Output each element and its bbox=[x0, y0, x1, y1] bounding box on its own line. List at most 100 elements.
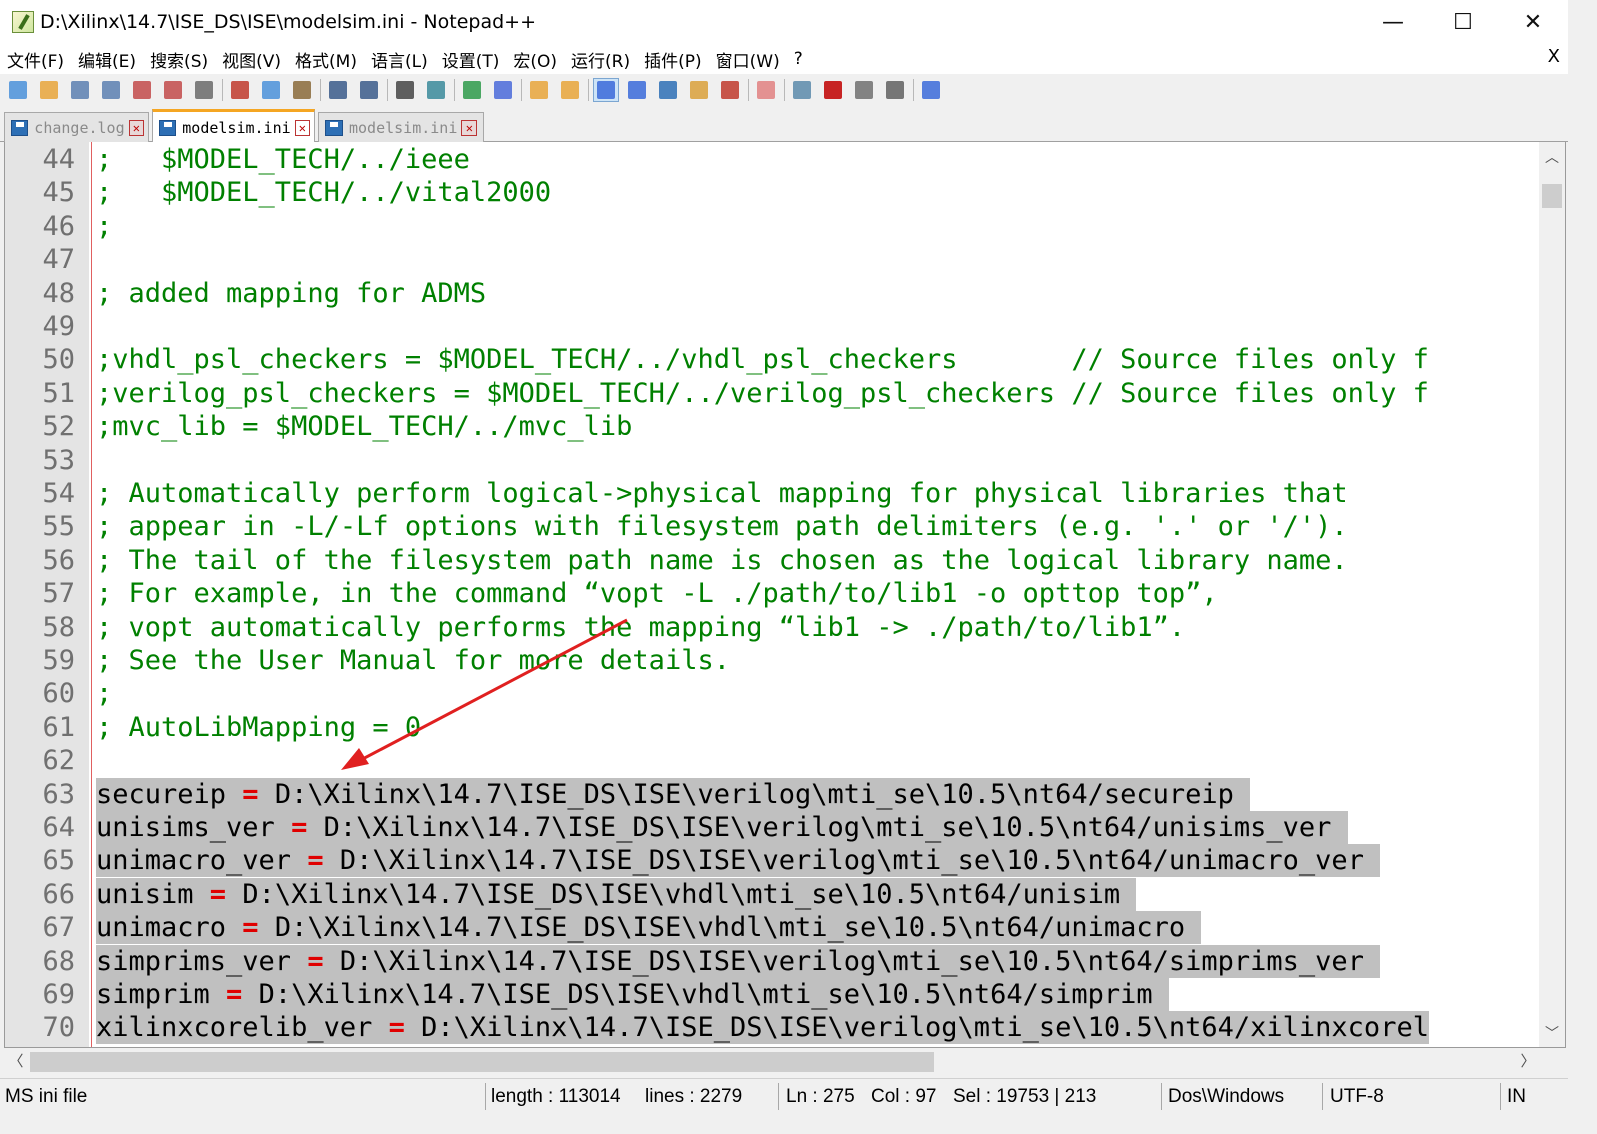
editor-line[interactable]: 44 ; $MODEL_TECH/../ieee bbox=[5, 143, 1541, 176]
save-icon[interactable] bbox=[67, 78, 93, 102]
editor-line[interactable]: 61 ; AutoLibMapping = 0 bbox=[5, 711, 1541, 744]
menu-window[interactable]: 窗口(W) bbox=[709, 47, 787, 72]
editor-line[interactable]: 65 unimacro_ver = D:\Xilinx\14.7\ISE_DS\I… bbox=[5, 844, 1541, 878]
editor-line[interactable]: 50 ;vhdl_psl_checkers = $MODEL_TECH/../vh… bbox=[5, 343, 1541, 376]
play-macro-icon[interactable] bbox=[882, 78, 908, 102]
cut-icon[interactable] bbox=[227, 78, 253, 102]
editor-line[interactable]: 57 ; For example, in the command “vopt -L… bbox=[5, 577, 1541, 610]
find-icon[interactable] bbox=[392, 78, 418, 102]
indent-guide-icon[interactable] bbox=[655, 78, 681, 102]
scroll-down-icon[interactable]: ﹀ bbox=[1539, 1018, 1565, 1047]
folder-workspace-icon-glyph bbox=[757, 81, 775, 99]
zoom-in-icon[interactable] bbox=[459, 78, 485, 102]
undo-icon[interactable] bbox=[325, 78, 351, 102]
editor-line[interactable]: 68 simprims_ver = D:\Xilinx\14.7\ISE_DS\I… bbox=[5, 944, 1541, 978]
stop-record-icon[interactable] bbox=[851, 78, 877, 102]
menu-help[interactable]: ? bbox=[787, 49, 810, 69]
library-path: D:\Xilinx\14.7\ISE_DS\ISE\verilog\mti_se… bbox=[339, 845, 1381, 877]
vertical-scrollbar[interactable]: ︿ ﹀ bbox=[1539, 142, 1565, 1047]
line-number: 45 bbox=[42, 177, 75, 209]
editor-line[interactable]: 54 ; Automatically perform logical->physi… bbox=[5, 477, 1541, 510]
menu-view[interactable]: 视图(V) bbox=[215, 47, 288, 72]
close-all-icon[interactable] bbox=[160, 78, 186, 102]
close-tab-icon[interactable]: ✕ bbox=[294, 119, 310, 136]
replace-icon[interactable] bbox=[423, 78, 449, 102]
scroll-left-icon[interactable]: 〈 bbox=[4, 1048, 28, 1076]
horizontal-scrollbar[interactable]: 〈 〉 bbox=[4, 1048, 1540, 1076]
close-tab-icon[interactable]: ✕ bbox=[128, 119, 144, 136]
editor-line[interactable]: 69 simprim = D:\Xilinx\14.7\ISE_DS\ISE\vh… bbox=[5, 978, 1541, 1011]
copy-icon-glyph bbox=[262, 81, 280, 99]
comment-text: ; vopt automatically performs the mappin… bbox=[96, 611, 1186, 643]
show-all-chars-icon[interactable] bbox=[624, 78, 650, 102]
editor-line[interactable]: 60; bbox=[5, 677, 1541, 710]
menu-search[interactable]: 搜索(S) bbox=[143, 47, 215, 72]
save-all-icon[interactable] bbox=[98, 78, 124, 102]
library-path: D:\Xilinx\14.7\ISE_DS\ISE\vhdl\mti_se\10… bbox=[274, 912, 1202, 944]
line-number: 68 bbox=[42, 945, 75, 977]
status-column: Col : 97 bbox=[871, 1086, 937, 1107]
close-tab-icon[interactable]: ✕ bbox=[461, 119, 478, 136]
editor-line[interactable]: 52 ;mvc_lib = $MODEL_TECH/../mvc_lib bbox=[5, 410, 1541, 443]
menu-settings[interactable]: 设置(T) bbox=[435, 47, 507, 72]
sync-vertical-icon[interactable] bbox=[526, 78, 552, 102]
editor-line[interactable]: 66 unisim = D:\Xilinx\14.7\ISE_DS\ISE\vhd… bbox=[5, 877, 1541, 911]
zoom-out-icon[interactable] bbox=[490, 78, 516, 102]
scroll-up-icon[interactable]: ︿ bbox=[1539, 142, 1565, 172]
editor-line[interactable]: 67 unimacro = D:\Xilinx\14.7\ISE_DS\ISE\v… bbox=[5, 911, 1541, 945]
tab-modelsim-ini[interactable]: modelsim.ini ✕ bbox=[318, 112, 484, 142]
monitor-icon[interactable] bbox=[789, 78, 815, 102]
menu-macro[interactable]: 宏(O) bbox=[506, 47, 564, 72]
minimize-button[interactable]: — bbox=[1358, 0, 1428, 44]
editor-line[interactable]: 55 ; appear in -L/-Lf options with filesy… bbox=[5, 510, 1541, 543]
editor-line[interactable]: 45 ; $MODEL_TECH/../vital2000 bbox=[5, 176, 1541, 209]
record-macro-icon-glyph bbox=[824, 81, 842, 99]
editor-line[interactable]: 62 bbox=[5, 744, 1541, 777]
tab-modelsim-ini-active[interactable]: modelsim.ini ✕ bbox=[152, 109, 315, 143]
editor-line[interactable]: 48 ; added mapping for ADMS bbox=[5, 277, 1541, 310]
editor-line[interactable]: 58 ; vopt automatically performs the mapp… bbox=[5, 611, 1541, 644]
editor-line[interactable]: 49 bbox=[5, 310, 1541, 343]
document-map-icon[interactable] bbox=[686, 78, 712, 102]
editor-line[interactable]: 59 ; See the User Manual for more details… bbox=[5, 644, 1541, 677]
editor-line[interactable]: 56 ; The tail of the filesystem path name… bbox=[5, 544, 1541, 577]
editor-line[interactable]: 53 bbox=[5, 444, 1541, 477]
close-window-button[interactable]: ✕ bbox=[1498, 0, 1568, 44]
paste-icon[interactable] bbox=[289, 78, 315, 102]
word-wrap-icon[interactable] bbox=[593, 78, 619, 102]
tab-change-log[interactable]: change.log ✕ bbox=[4, 112, 149, 142]
comment-text: ; bbox=[96, 210, 113, 242]
function-list-icon[interactable] bbox=[717, 78, 743, 102]
close-icon[interactable] bbox=[129, 78, 155, 102]
print-icon[interactable] bbox=[191, 78, 217, 102]
horizontal-scroll-thumb[interactable] bbox=[30, 1052, 934, 1072]
redo-icon[interactable] bbox=[356, 78, 382, 102]
menu-format[interactable]: 格式(M) bbox=[288, 47, 364, 72]
sync-horizontal-icon[interactable] bbox=[557, 78, 583, 102]
maximize-button[interactable]: ☐ bbox=[1428, 0, 1498, 44]
editor-line[interactable]: 47 bbox=[5, 243, 1541, 276]
menu-plugins[interactable]: 插件(P) bbox=[637, 47, 709, 72]
record-macro-icon[interactable] bbox=[820, 78, 846, 102]
run-macro-multiple-icon[interactable] bbox=[918, 78, 944, 102]
vertical-scroll-thumb[interactable] bbox=[1542, 184, 1562, 208]
folder-workspace-icon[interactable] bbox=[753, 78, 779, 102]
copy-icon[interactable] bbox=[258, 78, 284, 102]
function-list-icon-glyph bbox=[721, 81, 739, 99]
library-name: unisims_ver bbox=[96, 812, 275, 843]
menu-edit[interactable]: 编辑(E) bbox=[71, 47, 143, 72]
new-file-icon[interactable] bbox=[5, 78, 31, 102]
editor-line[interactable]: 63 secureip = D:\Xilinx\14.7\ISE_DS\ISE\v… bbox=[5, 777, 1541, 811]
close-document-button[interactable]: X bbox=[1548, 46, 1560, 67]
editor-line[interactable]: 46; bbox=[5, 210, 1541, 243]
editor-line[interactable]: 70 xilinxcorelib_ver = D:\Xilinx\14.7\ISE… bbox=[5, 1011, 1541, 1045]
menu-language[interactable]: 语言(L) bbox=[364, 47, 435, 72]
editor-pane[interactable]: 44 ; $MODEL_TECH/../ieee 45 ; $MODEL_TECH/.… bbox=[4, 142, 1566, 1048]
editor-line[interactable]: 51 ;verilog_psl_checkers = $MODEL_TECH/..… bbox=[5, 377, 1541, 410]
menu-run[interactable]: 运行(R) bbox=[564, 47, 637, 72]
menu-file[interactable]: 文件(F) bbox=[0, 47, 71, 72]
scroll-right-icon[interactable]: 〉 bbox=[1516, 1048, 1540, 1076]
editor-line[interactable]: 64 unisims_ver = D:\Xilinx\14.7\ISE_DS\IS… bbox=[5, 811, 1541, 844]
open-file-icon[interactable] bbox=[36, 78, 62, 102]
selected-code-text: secureip = D:\Xilinx\14.7\ISE_DS\ISE\ver… bbox=[96, 777, 1251, 811]
